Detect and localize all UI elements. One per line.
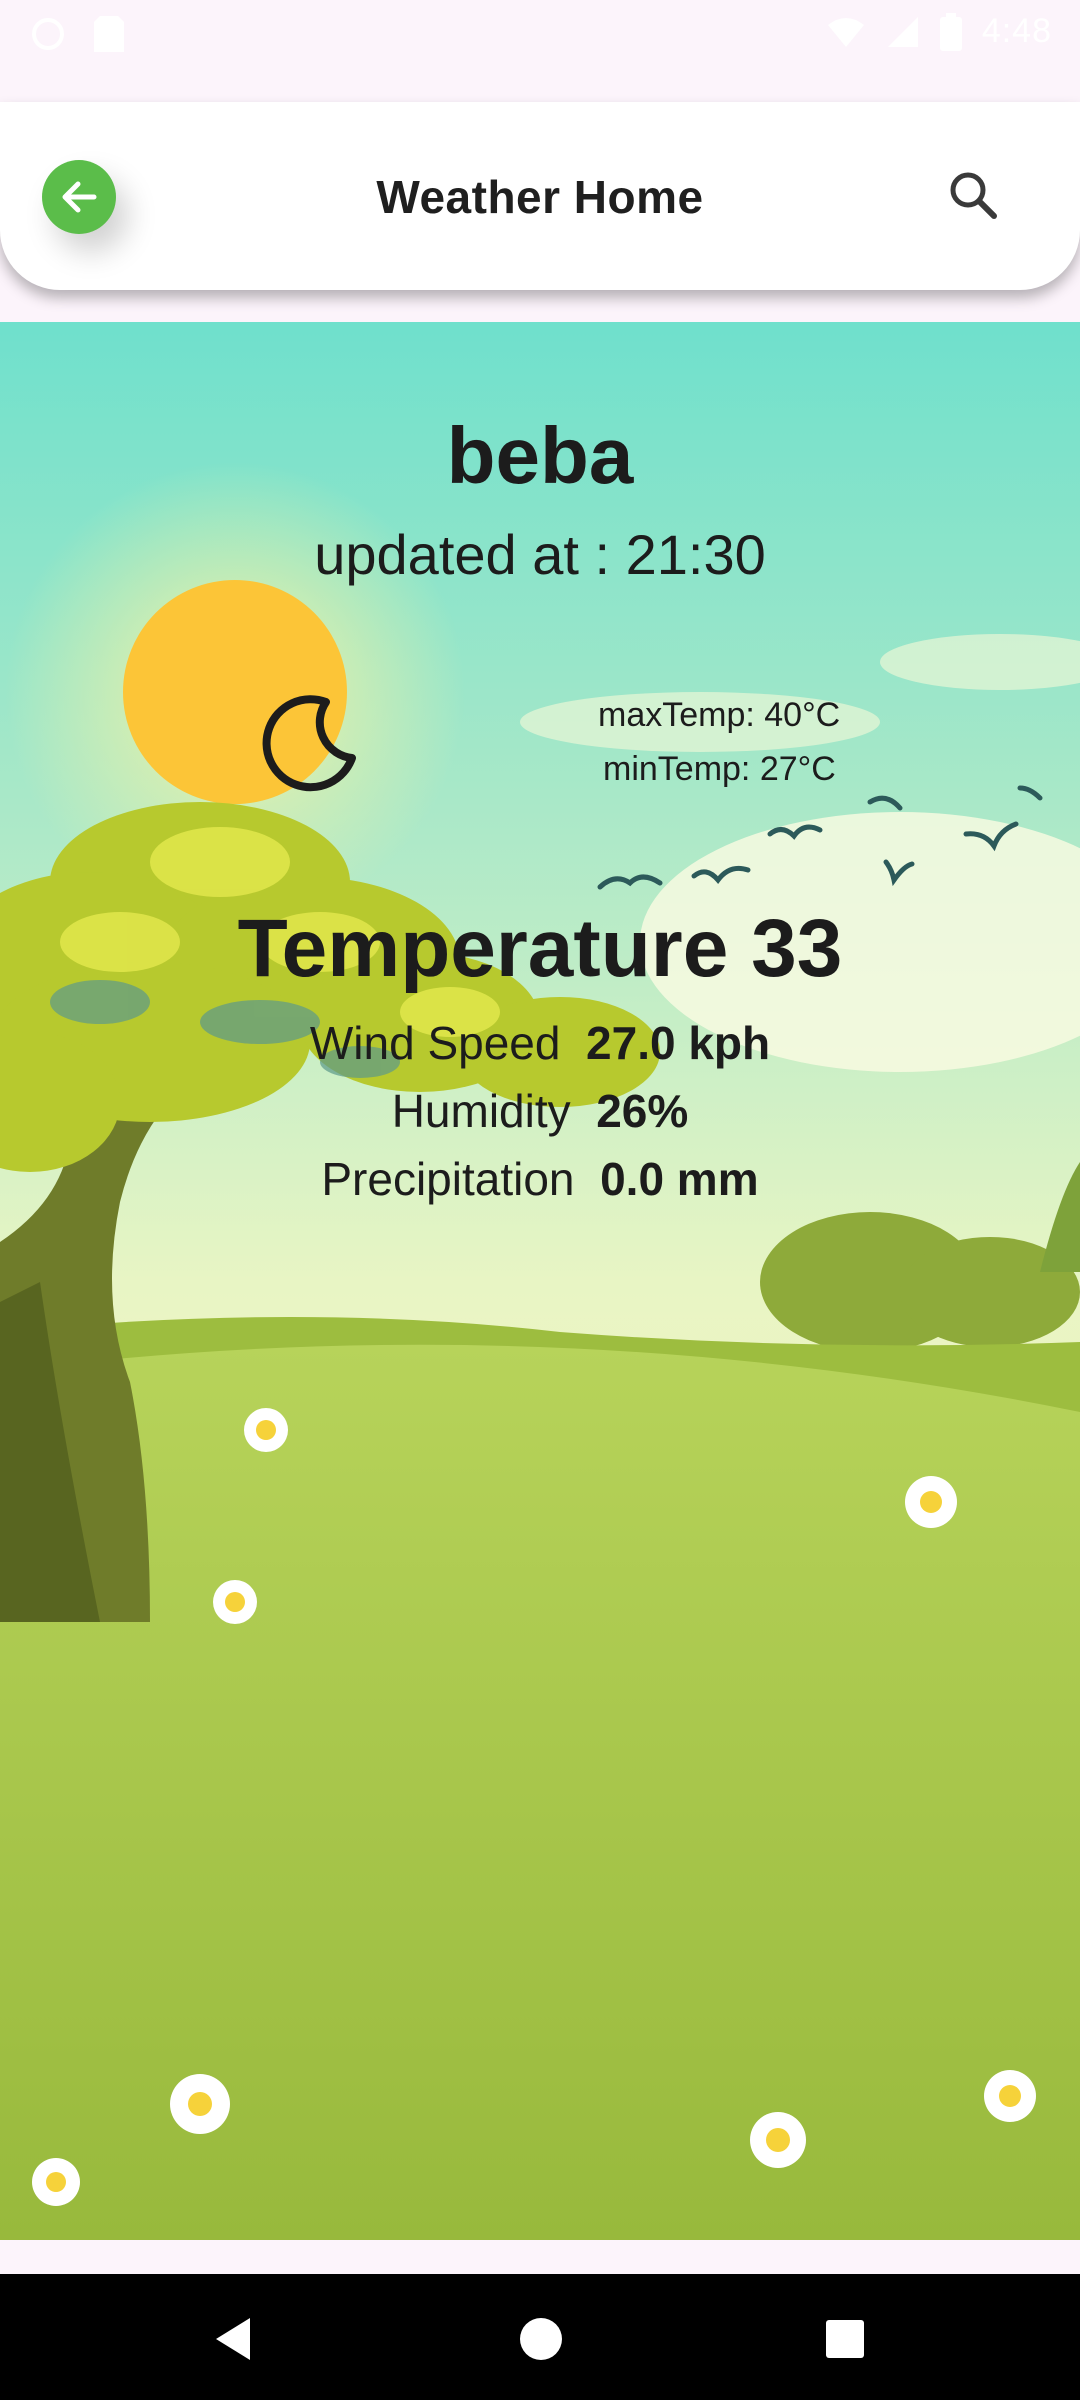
wifi-icon (827, 17, 864, 47)
page-title: Weather Home (376, 171, 704, 223)
battery-icon (939, 12, 962, 51)
min-temp: minTemp: 27°C (603, 750, 836, 788)
humidity-value: 26% (596, 1085, 689, 1137)
notification-icon (32, 18, 64, 50)
navigation-bar (0, 2274, 1080, 2400)
triangle-back-icon[interactable] (208, 2312, 262, 2366)
weather-panel: beba updated at : 21:30 maxTemp: 40°C mi… (0, 322, 1080, 2240)
app-bar: Weather Home (0, 102, 1080, 290)
status-time: 4:48 (981, 12, 1052, 50)
wind-speed-value: 27.0 kph (586, 1017, 771, 1069)
signal-icon (887, 16, 918, 47)
search-icon (950, 172, 997, 219)
humidity-row: Humidity 26% (0, 1084, 1080, 1138)
sd-card-icon (94, 16, 124, 52)
precipitation-value: 0.0 mm (600, 1153, 759, 1205)
humidity-label: Humidity (391, 1085, 571, 1137)
crescent-moon-icon (262, 695, 356, 792)
precipitation-label: Precipitation (321, 1153, 575, 1205)
city-name: beba (446, 411, 634, 500)
square-recents-icon[interactable] (818, 2312, 872, 2366)
search-button[interactable] (944, 166, 1004, 226)
circle-home-icon[interactable] (514, 2312, 568, 2366)
landscape-background (0, 322, 1080, 2240)
wind-speed-label: Wind Speed (309, 1017, 561, 1069)
precipitation-row: Precipitation 0.0 mm (0, 1152, 1080, 1206)
max-temp: maxTemp: 40°C (598, 696, 841, 734)
wind-speed-row: Wind Speed 27.0 kph (0, 1016, 1080, 1070)
updated-time: updated at : 21:30 (314, 523, 766, 586)
temperature: Temperature 33 (237, 903, 843, 994)
status-bar: 4:48 (0, 0, 1080, 66)
